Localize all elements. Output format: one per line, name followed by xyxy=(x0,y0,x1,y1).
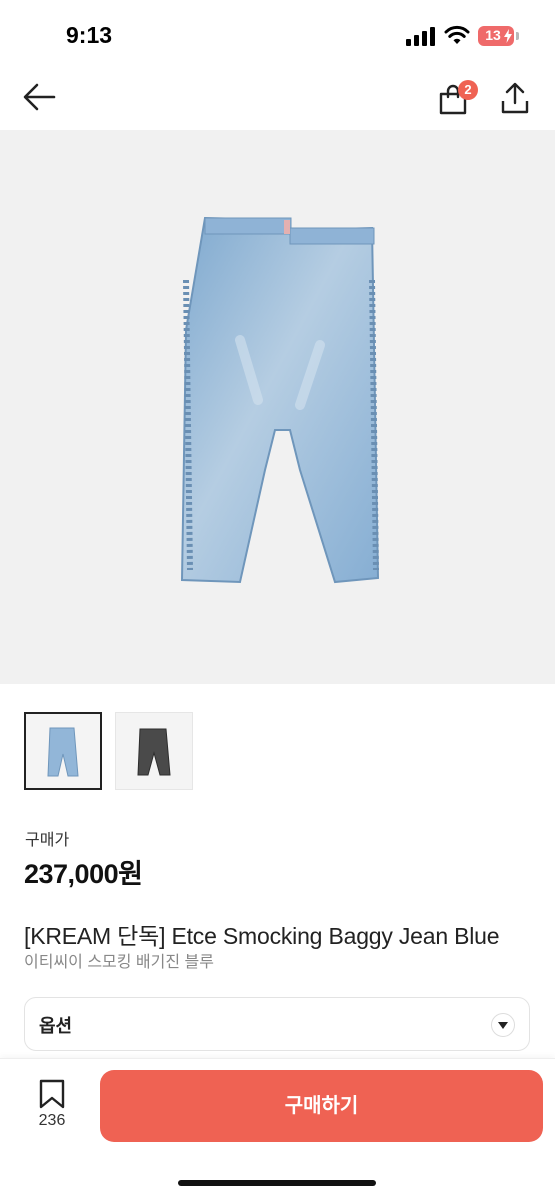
chevron-down-icon xyxy=(491,1013,515,1037)
product-image[interactable] xyxy=(0,130,555,684)
wifi-icon xyxy=(444,25,470,44)
battery-icon: 13 xyxy=(478,26,514,46)
status-bar: 9:13 13 xyxy=(0,0,555,66)
price-value: 237,000원 xyxy=(24,859,143,889)
bookmark-count: 236 xyxy=(38,1112,66,1129)
option-select[interactable]: 옵션 xyxy=(24,997,530,1051)
status-time: 9:13 xyxy=(66,22,113,48)
option-label: 옵션 xyxy=(39,1016,73,1036)
share-icon[interactable] xyxy=(500,82,530,114)
product-subtitle: 이티씨이 스모킹 배기진 블루 xyxy=(24,954,214,971)
buy-button[interactable]: 구매하기 xyxy=(100,1070,543,1142)
home-indicator xyxy=(178,1180,376,1186)
thumbnail-black[interactable] xyxy=(115,712,193,790)
cart-count-badge: 2 xyxy=(458,80,478,100)
thumbnail-black-image xyxy=(137,728,171,776)
product-title: [KREAM 단독] Etce Smocking Baggy Jean Blue xyxy=(24,923,500,949)
back-arrow-icon[interactable] xyxy=(22,82,56,112)
jeans-image xyxy=(180,216,380,584)
cellular-signal-icon xyxy=(406,27,435,46)
thumbnail-blue[interactable] xyxy=(24,712,102,790)
battery-tip xyxy=(516,32,519,40)
charging-bolt-icon xyxy=(504,29,512,43)
bookmark-icon[interactable] xyxy=(38,1078,66,1110)
thumbnail-blue-image xyxy=(47,727,79,777)
price-label: 구매가 xyxy=(25,832,70,849)
